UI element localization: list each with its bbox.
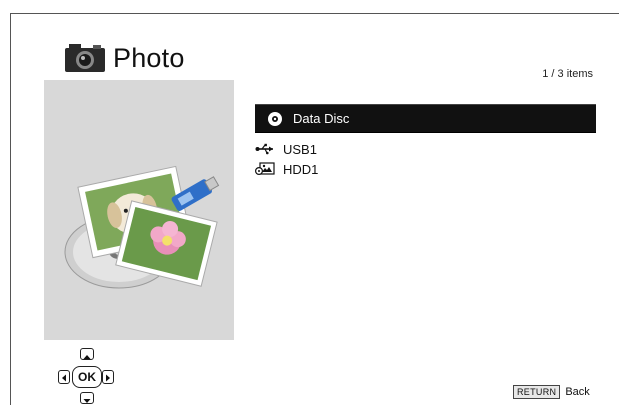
arrow-right-icon [106, 374, 110, 382]
hdd-icon [255, 162, 275, 176]
page-header: Photo [63, 42, 185, 74]
nav-left-button[interactable] [58, 370, 70, 384]
device-item-hdd1[interactable]: HDD1 [255, 159, 596, 179]
return-key-badge: RETURN [513, 385, 561, 399]
arrow-left-icon [62, 374, 66, 382]
navigation-pad: OK [54, 348, 124, 404]
frame-top-border [10, 13, 619, 14]
usb-icon [255, 142, 275, 156]
nav-down-button[interactable] [80, 392, 94, 404]
device-item-data-disc[interactable]: Data Disc [255, 104, 596, 133]
preview-panel [44, 80, 234, 340]
arrow-up-icon [83, 355, 91, 359]
device-item-label: USB1 [283, 141, 317, 157]
ok-button[interactable]: OK [72, 366, 102, 388]
item-count: 1 / 3 items [542, 68, 593, 80]
photo-media-illustration [64, 165, 220, 289]
device-list: Data Disc USB1 HDD1 [255, 104, 596, 179]
device-item-label: HDD1 [283, 161, 319, 177]
device-item-usb1[interactable]: USB1 [255, 139, 596, 159]
camera-icon [65, 44, 105, 72]
page-title: Photo [113, 42, 185, 73]
return-hint[interactable]: RETURN Back [513, 385, 590, 399]
return-label: Back [565, 386, 590, 398]
device-item-label: Data Disc [293, 111, 350, 126]
frame-left-border [10, 13, 11, 405]
nav-right-button[interactable] [102, 370, 114, 384]
disc-icon [265, 111, 285, 126]
nav-up-button[interactable] [80, 348, 94, 360]
